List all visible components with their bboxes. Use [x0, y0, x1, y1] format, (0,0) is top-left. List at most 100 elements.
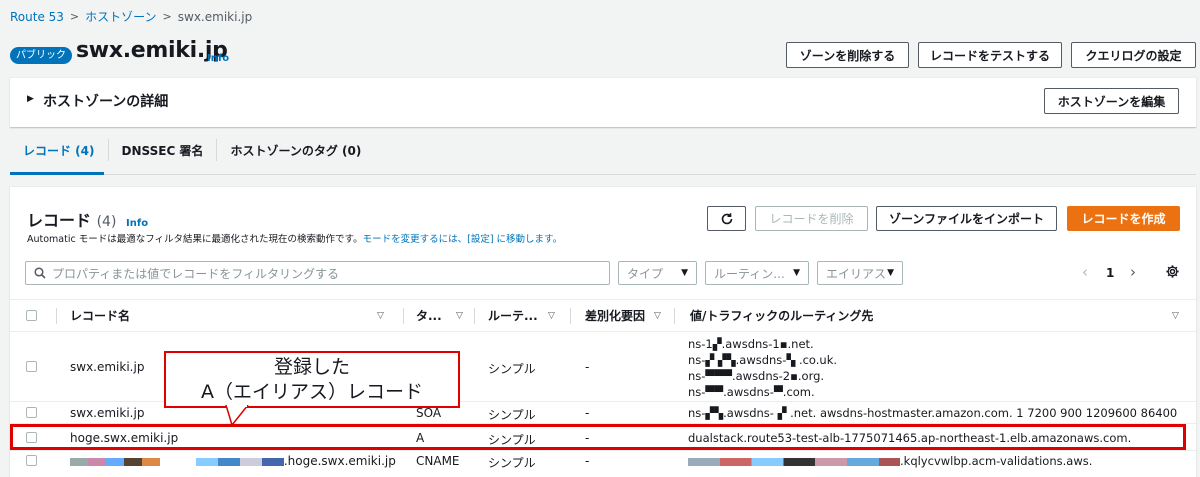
record-value: ns-▞▚.awsdns- ▞ .net. awsdns-hostmaster.… — [688, 406, 1178, 420]
delete-record-button[interactable]: レコードを削除 — [755, 206, 868, 231]
record-name: swx.emiki.jp — [70, 406, 145, 420]
record-routing: シンプル — [488, 362, 536, 376]
tab-dnssec[interactable]: DNSSEC 署名 — [109, 136, 217, 164]
sort-icon[interactable]: ▽ — [377, 311, 384, 321]
column-label: 差別化要因 — [585, 309, 646, 323]
active-tab-indicator — [10, 172, 104, 175]
record-differentiator: - — [585, 406, 590, 420]
breadcrumb-route53[interactable]: Route 53 — [10, 10, 64, 24]
sort-icon[interactable]: ▽ — [654, 311, 661, 321]
record-routing: シンプル — [488, 456, 536, 470]
chevron-right-icon: > — [162, 10, 172, 23]
refresh-icon — [721, 212, 732, 224]
select-all-checkbox[interactable] — [26, 300, 37, 331]
change-mode-link[interactable]: モードを変更するには、[設定] に移動します。 — [363, 234, 562, 245]
record-values: ns-1▞.awsdns-1▪.net. ns-▞ ▞▚.awsdns-▚ .c… — [688, 336, 837, 400]
record-value: ns-▞ ▞▚.awsdns-▚ .co.uk. — [688, 353, 838, 367]
description-text: Automatic モードは最適なフィルタ結果に最適化された現在の検索動作です。 — [27, 234, 363, 245]
record-routing: シンプル — [488, 408, 536, 422]
sort-icon[interactable]: ▽ — [548, 311, 555, 321]
annotation-callout: 登録した A（エイリアス）レコード — [164, 351, 460, 408]
previous-page-icon[interactable]: ‹ — [1082, 263, 1088, 281]
public-badge: パブリック — [10, 47, 72, 64]
row-checkbox[interactable] — [26, 361, 37, 372]
table-row[interactable]: .hoge.swx.emiki.jp CNAME シンプル - .kqlycvw… — [10, 451, 1196, 477]
checkbox[interactable] — [26, 310, 37, 321]
info-link[interactable]: Info — [207, 53, 229, 64]
record-type: CNAME — [416, 454, 460, 468]
record-value: ns-▀▀▀.awsdns-2▪.org. — [688, 369, 825, 383]
test-record-button[interactable]: レコードをテストする — [918, 42, 1062, 68]
routing-filter-select[interactable]: ルーティン... ▼ — [705, 261, 809, 285]
column-divider — [403, 308, 404, 324]
tab-divider-line — [10, 174, 1196, 175]
edit-hosted-zone-button[interactable]: ホストゾーンを編集 — [1044, 88, 1179, 114]
record-differentiator: - — [585, 454, 590, 468]
caret-down-icon: ▼ — [681, 268, 688, 278]
delete-zone-button[interactable]: ゾーンを削除する — [786, 42, 909, 68]
caret-right-icon[interactable]: ▶ — [27, 94, 34, 104]
sort-icon[interactable]: ▽ — [1172, 311, 1179, 321]
type-filter-select[interactable]: タイプ ▼ — [618, 261, 697, 285]
breadcrumb-hosted-zones[interactable]: ホストゾーン — [85, 8, 156, 25]
record-type: SOA — [416, 406, 442, 420]
annotation-line: A（エイリアス）レコード — [201, 381, 423, 403]
records-description: Automatic モードは最適なフィルタ結果に最適化された現在の検索動作です。… — [27, 231, 562, 245]
column-divider — [56, 308, 57, 324]
record-name: .hoge.swx.emiki.jp — [70, 454, 396, 468]
column-divider — [570, 308, 571, 324]
caret-down-icon: ▼ — [887, 268, 894, 278]
search-input[interactable]: プロパティまたは値でレコードをフィルタリングする — [25, 261, 610, 285]
column-header-routing[interactable]: ルーテ... ▽ — [488, 300, 560, 331]
records-title-text: レコード — [27, 211, 92, 230]
next-page-icon[interactable]: › — [1130, 263, 1136, 281]
type-filter-label: タイプ — [627, 266, 664, 281]
records-count: (4) — [96, 214, 117, 230]
redacted-block — [688, 457, 900, 466]
query-log-button[interactable]: クエリログの設定 — [1071, 42, 1196, 68]
record-value: ns-1▞.awsdns-1▪.net. — [688, 337, 814, 351]
record-value: .kqlycvwlbp.acm-validations.aws. — [688, 454, 1092, 468]
routing-filter-label: ルーティン... — [714, 266, 785, 281]
alias-filter-select[interactable]: エイリアス ▼ — [817, 261, 903, 285]
hosted-zone-details-panel — [10, 77, 1196, 127]
row-checkbox[interactable] — [26, 455, 37, 466]
column-label: 値/トラフィックのルーティング先 — [690, 309, 874, 323]
row-checkbox[interactable] — [26, 407, 37, 418]
breadcrumb-current: swx.emiki.jp — [177, 9, 253, 24]
records-info-link[interactable]: Info — [126, 218, 148, 229]
tab-bar: レコード (4) DNSSEC 署名 ホストゾーンのタグ (0) — [10, 136, 374, 164]
page-title: swx.emiki.jp — [76, 38, 228, 63]
record-name: swx.emiki.jp — [70, 360, 145, 374]
import-zone-file-button[interactable]: ゾーンファイルをインポート — [876, 206, 1057, 231]
column-label: ルーテ... — [488, 309, 538, 323]
tab-tags[interactable]: ホストゾーンのタグ (0) — [217, 136, 374, 164]
page-number[interactable]: 1 — [1106, 266, 1114, 280]
callout-pointer — [225, 405, 249, 427]
details-title[interactable]: ホストゾーンの詳細 — [43, 91, 168, 111]
column-header-record-name[interactable]: レコード名 ▽ — [70, 300, 390, 331]
search-placeholder: プロパティまたは値でレコードをフィルタリングする — [52, 266, 340, 281]
record-differentiator: - — [585, 360, 590, 374]
breadcrumb: Route 53 > ホストゾーン > swx.emiki.jp — [10, 8, 252, 25]
column-divider — [474, 308, 475, 324]
column-header-type[interactable]: タ... ▽ — [416, 300, 468, 331]
record-value-text: .kqlycvwlbp.acm-validations.aws. — [900, 454, 1093, 468]
sort-icon[interactable]: ▽ — [456, 311, 463, 321]
chevron-right-icon: > — [69, 10, 80, 23]
table-header: レコード名 ▽ タ... ▽ ルーテ... ▽ 差別化要因 ▽ 値/トラフィック… — [10, 299, 1196, 332]
caret-down-icon: ▼ — [793, 268, 800, 278]
column-divider — [674, 308, 675, 324]
column-header-value[interactable]: 値/トラフィックのルーティング先 ▽ — [690, 300, 1190, 331]
record-value: ns-▀▀.awsdns-▀.com. — [688, 385, 815, 399]
column-header-differentiator[interactable]: 差別化要因 ▽ — [585, 300, 665, 331]
alias-filter-label: エイリアス — [826, 266, 887, 281]
redacted-block — [195, 457, 284, 466]
column-label: タ... — [416, 309, 442, 323]
tab-records[interactable]: レコード (4) — [10, 136, 108, 164]
highlight-box — [10, 424, 1186, 450]
create-record-button[interactable]: レコードを作成 — [1067, 206, 1180, 231]
gear-icon[interactable] — [1165, 264, 1180, 283]
redacted-block — [70, 457, 160, 466]
refresh-button[interactable] — [707, 206, 746, 231]
